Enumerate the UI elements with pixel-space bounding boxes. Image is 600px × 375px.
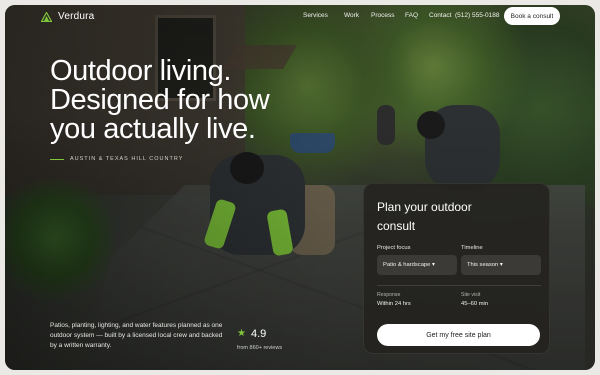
site-visit-value: 45–60 min xyxy=(461,301,489,307)
hero-title-line: Outdoor living. xyxy=(50,55,231,87)
hero-description: Patios, planting, lighting, and water fe… xyxy=(50,322,223,349)
consult-form-card: Plan your outdoor consult Project focus … xyxy=(363,183,550,354)
brand-logo[interactable]: Verdura xyxy=(41,11,94,22)
hero-section: Verdura Services Work Process FAQ Contac… xyxy=(5,5,595,370)
review-count: from 860+ reviews xyxy=(237,345,283,351)
location-text: AUSTIN & TEXAS HILL COUNTRY xyxy=(70,156,184,162)
accent-line xyxy=(50,158,64,160)
response-label: Response xyxy=(377,292,401,298)
hero-title: Outdoor living. Designed for how you act… xyxy=(50,57,310,144)
book-consult-button[interactable]: Book a consult xyxy=(504,7,560,25)
location-tag: AUSTIN & TEXAS HILL COUNTRY xyxy=(50,156,183,162)
timeline-select[interactable]: This season ▾ xyxy=(461,255,541,275)
nav-phone[interactable]: (512) 555-0188 xyxy=(455,12,499,19)
divider xyxy=(377,285,541,286)
card-title: Plan your outdoor consult xyxy=(377,200,472,233)
star-icon: ★ xyxy=(237,328,246,339)
rating: ★ 4.9 xyxy=(237,328,266,340)
timeline-label: Timeline xyxy=(461,245,483,251)
brand-name: Verdura xyxy=(58,11,95,22)
nav-link-process[interactable]: Process xyxy=(371,12,394,19)
project-focus-label: Project focus xyxy=(377,245,411,251)
site-visit-label: Site visit xyxy=(461,292,481,298)
project-focus-select[interactable]: Patio & hardscape ▾ xyxy=(377,255,457,275)
rating-value: 4.9 xyxy=(250,328,267,340)
hero-title-line: you actually live. xyxy=(50,113,256,145)
nav-link-services[interactable]: Services xyxy=(303,12,328,19)
nav-link-work[interactable]: Work xyxy=(344,12,359,19)
response-value: Within 24 hrs xyxy=(377,301,411,307)
leaf-triangle-icon xyxy=(41,11,52,22)
nav-link-faq[interactable]: FAQ xyxy=(405,12,418,19)
hero-title-line: Designed for how xyxy=(50,84,270,116)
nav-link-contact[interactable]: Contact xyxy=(429,12,451,19)
top-nav: Verdura Services Work Process FAQ Contac… xyxy=(5,5,595,29)
get-site-plan-button[interactable]: Get my free site plan xyxy=(377,324,540,346)
